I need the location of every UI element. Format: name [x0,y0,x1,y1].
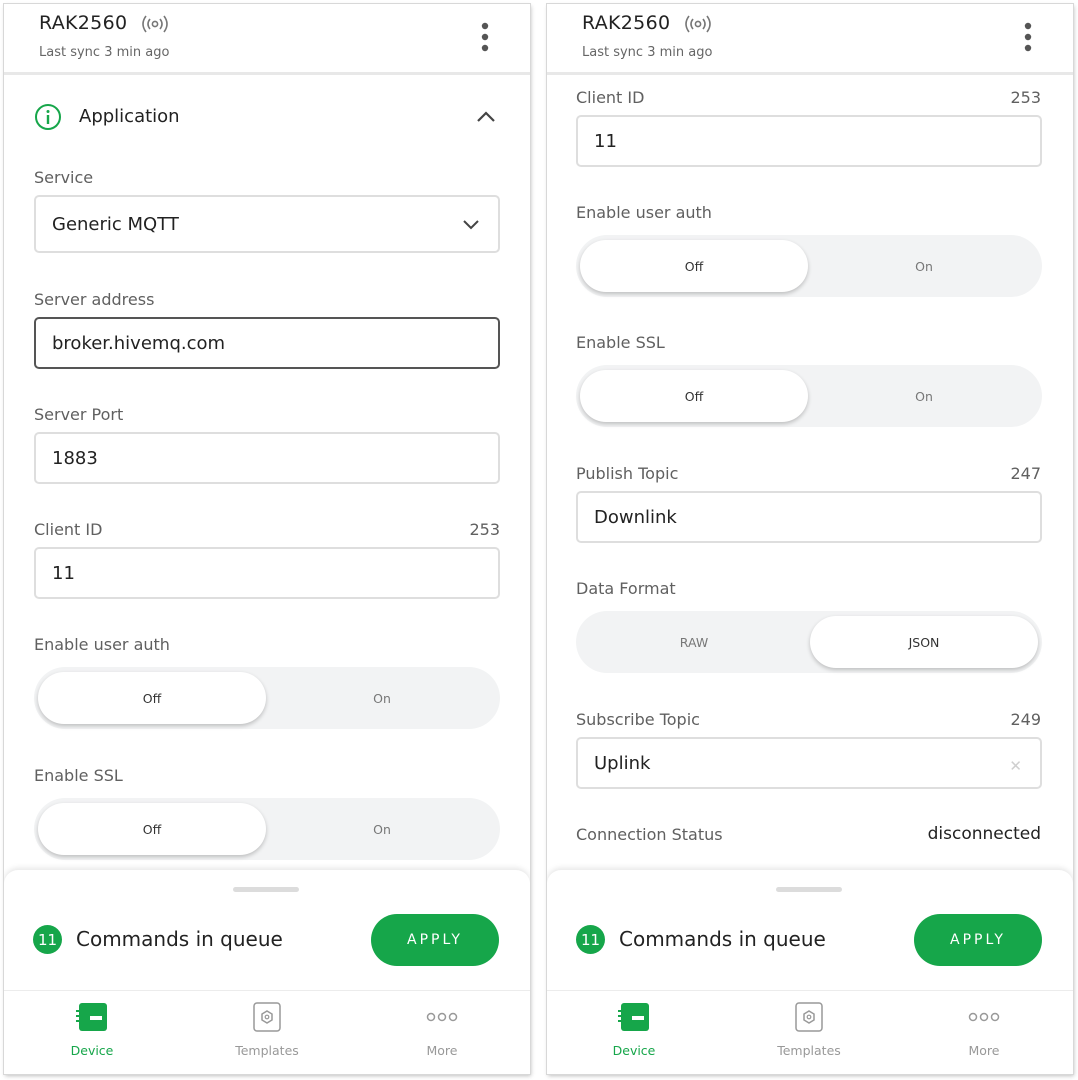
queue-text: Commands in queue [76,927,283,951]
subscribe-topic-label: Subscribe Topic [576,710,700,729]
chevron-up-icon[interactable] [475,109,497,123]
more-vertical-icon[interactable] [1021,22,1035,52]
device-name: RAK2560 [39,12,128,34]
last-sync-text: Last sync 3 min ago [582,45,713,60]
client-id-input[interactable]: 11 [34,547,500,599]
signal-broadcast-icon [142,15,168,33]
sheet-drag-handle[interactable] [776,887,842,892]
device-board-icon [76,1003,107,1031]
ssl-off-option[interactable]: Off [38,803,266,855]
nav-templates[interactable]: Templates [202,991,332,1074]
close-icon[interactable]: ✕ [1009,757,1022,775]
publish-topic-label: Publish Topic [576,464,679,483]
client-id-input[interactable]: 11 [576,115,1042,167]
bottom-navigation: Device Templates More [4,990,530,1074]
queue-text: Commands in queue [619,927,826,951]
queue-count-badge: 11 [576,925,605,954]
connection-status-label: Connection Status [576,825,723,844]
ssl-off-option[interactable]: Off [580,370,808,422]
screen-right: RAK2560 Last sync 3 min ago Client ID 25… [547,4,1073,1074]
signal-broadcast-icon [685,15,711,33]
publish-topic-counter: 247 [1010,464,1041,483]
nav-templates[interactable]: Templates [744,991,874,1074]
nav-more-label: More [968,1043,1000,1058]
user-auth-toggle: Off On [34,667,500,729]
subscribe-topic-value: Uplink [594,752,651,774]
ssl-toggle: Off On [34,798,500,860]
service-value: Generic MQTT [52,213,179,235]
screen-left: RAK2560 Last sync 3 min ago Application … [4,4,530,1074]
client-id-value: 11 [52,562,75,584]
user-auth-on-option[interactable]: On [810,240,1038,292]
ssl-label: Enable SSL [576,333,665,352]
header-divider [4,72,530,75]
publish-topic-input[interactable]: Downlink [576,491,1042,543]
more-horizontal-icon [968,1012,1000,1022]
user-auth-on-option[interactable]: On [268,672,496,724]
more-vertical-icon[interactable] [478,22,492,52]
data-format-json-option[interactable]: JSON [810,616,1038,668]
nav-more-label: More [426,1043,458,1058]
client-id-label: Client ID [34,520,103,539]
nav-more[interactable]: More [919,991,1049,1074]
subscribe-topic-input[interactable]: Uplink ✕ [576,737,1042,789]
nav-device[interactable]: Device [569,991,699,1074]
command-queue-sheet: 11 Commands in queue APPLY [4,870,530,990]
ssl-label: Enable SSL [34,766,123,785]
service-label: Service [34,168,94,187]
templates-icon [253,1002,281,1032]
device-board-icon [618,1003,649,1031]
nav-device-label: Device [612,1043,656,1058]
user-auth-label: Enable user auth [34,635,170,654]
data-format-raw-option[interactable]: RAW [580,616,808,668]
ssl-toggle: Off On [576,365,1042,427]
ssl-on-option[interactable]: On [268,803,496,855]
last-sync-text: Last sync 3 min ago [39,45,170,60]
server-port-input[interactable]: 1883 [34,432,500,484]
templates-icon [795,1002,823,1032]
server-address-value: broker.hivemq.com [52,332,226,354]
nav-templates-label: Templates [235,1043,299,1058]
user-auth-off-option[interactable]: Off [580,240,808,292]
nav-more[interactable]: More [377,991,507,1074]
client-id-label: Client ID [576,88,645,107]
server-port-value: 1883 [52,447,98,469]
info-circle-icon [35,104,61,130]
nav-device[interactable]: Device [27,991,157,1074]
ssl-on-option[interactable]: On [810,370,1038,422]
nav-templates-label: Templates [777,1043,841,1058]
nav-device-label: Device [70,1043,114,1058]
section-title-application: Application [79,106,180,127]
app-header: RAK2560 Last sync 3 min ago [547,4,1073,72]
data-format-toggle: RAW JSON [576,611,1042,673]
server-address-input[interactable]: broker.hivemq.com [34,317,500,369]
apply-button[interactable]: APPLY [914,914,1042,966]
user-auth-toggle: Off On [576,235,1042,297]
sheet-drag-handle[interactable] [233,887,299,892]
user-auth-label: Enable user auth [576,203,712,222]
client-id-counter: 253 [1010,88,1041,107]
bottom-navigation: Device Templates More [547,990,1073,1074]
apply-button[interactable]: APPLY [371,914,499,966]
subscribe-topic-counter: 249 [1010,710,1041,729]
queue-count-badge: 11 [33,925,62,954]
server-port-label: Server Port [34,405,124,424]
service-select[interactable]: Generic MQTT [34,195,500,253]
user-auth-off-option[interactable]: Off [38,672,266,724]
command-queue-sheet: 11 Commands in queue APPLY [547,870,1073,990]
header-divider [547,72,1073,75]
connection-status-value: disconnected [927,824,1041,844]
more-horizontal-icon [426,1012,458,1022]
device-name: RAK2560 [582,12,671,34]
server-address-label: Server address [34,290,155,309]
data-format-label: Data Format [576,579,676,598]
app-header: RAK2560 Last sync 3 min ago [4,4,530,72]
client-id-counter: 253 [469,520,500,539]
publish-topic-value: Downlink [594,506,677,528]
chevron-down-icon [463,220,479,230]
client-id-value: 11 [594,130,617,152]
